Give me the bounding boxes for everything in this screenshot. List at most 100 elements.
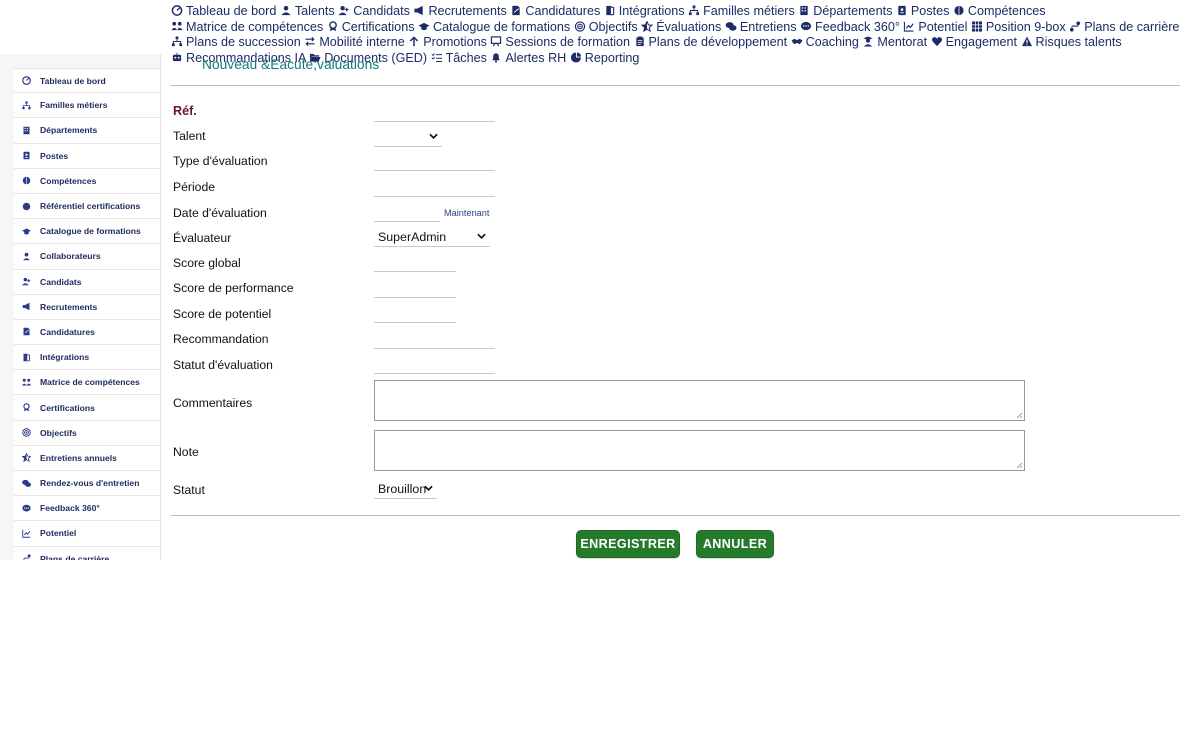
nav-link-24[interactable]: Sessions de formation: [490, 35, 630, 49]
sidebar-item-3[interactable]: Départements: [14, 118, 160, 144]
sidebar-item-label: Potentiel: [40, 528, 77, 539]
sidebar-item-label: Plans de carrière: [40, 553, 110, 560]
sidebar-item-12[interactable]: Intégrations: [14, 345, 160, 371]
nav-link-11[interactable]: Matrice de compétences: [171, 20, 323, 34]
sidebar-item-11[interactable]: Candidatures: [14, 319, 160, 346]
statut-evaluation-input[interactable]: [374, 355, 495, 374]
file-signature-icon: [20, 326, 32, 338]
sidebar-item-1[interactable]: Tableau de bord: [14, 68, 160, 94]
resize-grip-icon[interactable]: [1016, 462, 1023, 469]
ref-label: Réf.: [173, 104, 197, 118]
nav-link-14[interactable]: Objectifs: [574, 20, 638, 34]
nav-link-21[interactable]: Plans de succession: [171, 35, 301, 49]
sidebar-item-9[interactable]: Candidats: [14, 269, 160, 295]
sidebar-item-10[interactable]: Recrutements: [14, 294, 160, 320]
nav-link-1[interactable]: Tableau de bord: [171, 4, 276, 18]
nav-link-22[interactable]: Mobilité interne: [304, 35, 405, 49]
sidebar-item-20[interactable]: Plans de carrière: [14, 546, 160, 560]
nav-link-20[interactable]: Plans de carrière: [1069, 20, 1179, 34]
sidebar-item-label: Compétences: [40, 175, 97, 186]
nav-link-29[interactable]: Risques talents: [1021, 35, 1122, 49]
recommandation-input[interactable]: [374, 330, 495, 349]
sidebar-item-19[interactable]: Potentiel: [14, 521, 160, 547]
nav-link-33[interactable]: Alertes RH: [490, 51, 566, 65]
sidebar-item-4[interactable]: Postes: [14, 143, 160, 169]
sidebar-item-label: Certifications: [40, 402, 95, 413]
nav-link-label: Talents: [294, 4, 335, 18]
nav-link-17[interactable]: Feedback 360°: [800, 20, 900, 34]
now-link[interactable]: Maintenant: [444, 208, 489, 218]
nav-link-7[interactable]: Familles métiers: [688, 4, 795, 18]
nav-link-12[interactable]: Certifications: [327, 20, 415, 34]
nav-link-label: Objectifs: [588, 19, 638, 34]
nav-link-23[interactable]: Promotions: [408, 35, 487, 49]
sidebar-item-2[interactable]: Familles métiers: [14, 93, 160, 119]
sidebar-item-7[interactable]: Catalogue de formations: [14, 219, 160, 245]
sidebar-item-14[interactable]: Certifications: [14, 395, 160, 421]
sidebar-item-label: Collaborateurs: [40, 251, 101, 262]
nav-link-26[interactable]: Coaching: [791, 35, 859, 49]
door-open-icon: [604, 5, 616, 16]
sidebar-item-5[interactable]: Compétences: [14, 168, 160, 194]
score-global-input[interactable]: [374, 253, 456, 272]
talent-label: Talent: [173, 129, 206, 143]
sidebar-item-8[interactable]: Collaborateurs: [14, 244, 160, 270]
nav-link-27[interactable]: Mentorat: [862, 35, 927, 49]
nav-link-25[interactable]: Plans de développement: [634, 35, 787, 49]
chevron-down-icon: [429, 133, 438, 140]
evaluateur-select[interactable]: SuperAdmin: [374, 227, 490, 247]
nav-link-label: Matrice de compétences: [186, 19, 324, 34]
resize-grip-icon[interactable]: [1016, 412, 1023, 419]
sidebar-item-label: Intégrations: [40, 352, 90, 363]
id-badge-icon: [20, 150, 32, 162]
sidebar-item-6[interactable]: Référentiel certifications: [14, 193, 160, 220]
note-textarea[interactable]: [374, 430, 1025, 471]
nav-link-label: Feedback 360°: [815, 19, 900, 34]
sidebar-item-15[interactable]: Objectifs: [14, 420, 160, 446]
nav-link-18[interactable]: Potentiel: [903, 20, 967, 34]
nav-link-label: Candidatures: [525, 4, 601, 18]
nav-link-label: Plans de succession: [186, 35, 301, 50]
commentaires-label: Commentaires: [173, 396, 253, 410]
nav-link-10[interactable]: Compétences: [953, 4, 1046, 18]
handshake-icon: [791, 36, 803, 47]
cancel-button[interactable]: ANNULER: [696, 530, 774, 558]
sidebar-item-16[interactable]: Entretiens annuels: [14, 445, 160, 471]
date-evaluation-input[interactable]: [374, 203, 440, 222]
nav-link-15[interactable]: Évaluations: [641, 20, 721, 34]
nav-link-5[interactable]: Candidatures: [510, 4, 600, 18]
user-icon: [20, 250, 32, 262]
periode-input[interactable]: [374, 178, 495, 197]
talent-select[interactable]: [374, 127, 442, 147]
nav-link-16[interactable]: Entretiens: [725, 20, 797, 34]
nav-link-32[interactable]: Tâches: [431, 51, 487, 65]
grid-icon: [971, 21, 983, 32]
divider: [171, 85, 1180, 86]
building-icon: [798, 5, 810, 16]
divider: [171, 515, 1180, 516]
nav-link-8[interactable]: Départements: [798, 4, 892, 18]
sidebar-item-13[interactable]: Matrice de compétences: [14, 370, 160, 396]
sidebar-item-label: Candidatures: [40, 326, 95, 337]
score-potentiel-input[interactable]: [374, 304, 456, 323]
nav-link-34[interactable]: Reporting: [570, 51, 639, 65]
nav-link-4[interactable]: Recrutements: [413, 4, 507, 18]
route-icon: [20, 553, 32, 560]
nav-link-13[interactable]: Catalogue de formations: [418, 20, 570, 34]
award-icon: [327, 20, 339, 32]
statut-select[interactable]: Brouillon: [374, 479, 437, 499]
save-button[interactable]: ENREGISTRER: [576, 530, 680, 558]
commentaires-textarea[interactable]: [374, 380, 1025, 421]
score-performance-input[interactable]: [374, 279, 456, 298]
ref-input[interactable]: [374, 103, 495, 122]
nav-link-28[interactable]: Engagement: [931, 35, 1017, 49]
sidebar-item-18[interactable]: Feedback 360°: [14, 496, 160, 522]
type-evaluation-input[interactable]: [374, 152, 495, 171]
nav-link-9[interactable]: Postes: [896, 4, 949, 18]
nav-link-19[interactable]: Position 9-box: [971, 20, 1066, 34]
nav-link-3[interactable]: Candidats: [338, 4, 410, 18]
sidebar-item-17[interactable]: Rendez-vous d'entretien: [14, 471, 160, 497]
nav-link-2[interactable]: Talents: [280, 4, 335, 18]
exchange-icon: [304, 36, 316, 47]
nav-link-6[interactable]: Intégrations: [604, 4, 685, 18]
